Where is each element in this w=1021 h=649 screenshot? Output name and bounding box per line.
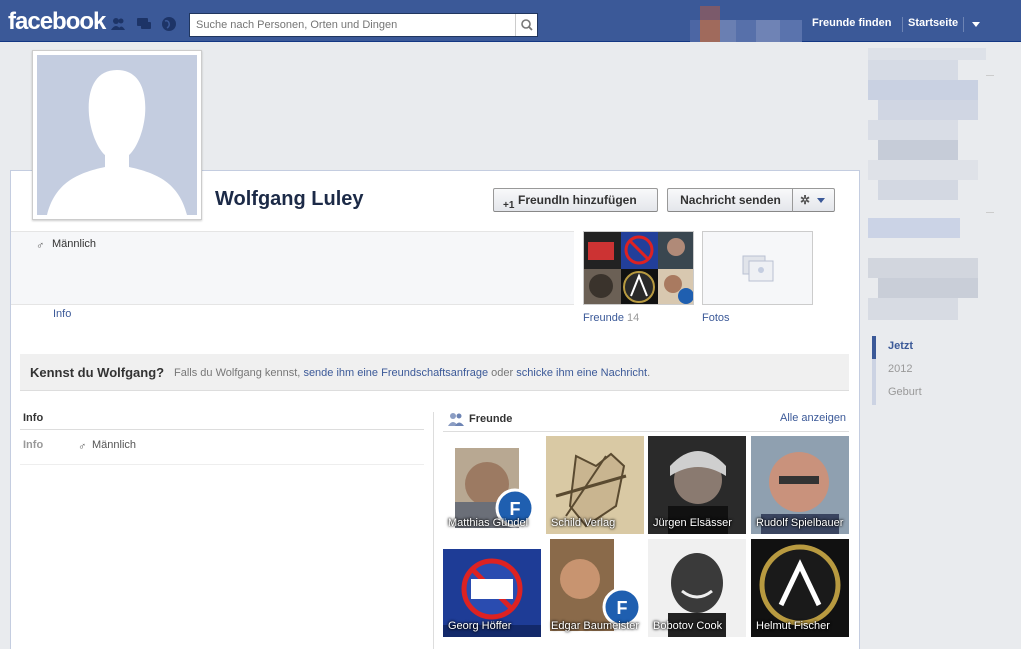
friend-tile[interactable]: F Edgar Baumeister: [546, 539, 644, 637]
messages-icon[interactable]: [136, 16, 152, 32]
info-divider: [20, 429, 424, 430]
search-button[interactable]: [515, 14, 537, 36]
do-you-know-prefix: Falls du Wolfgang kennst,: [174, 367, 301, 379]
timeline-item-now[interactable]: Jetzt: [872, 336, 922, 359]
friends-count: 14: [627, 312, 640, 324]
friend-tile[interactable]: F Matthias Gündel: [443, 436, 541, 534]
svg-text:F: F: [510, 499, 521, 519]
timeline-item-birth[interactable]: Geburt: [872, 382, 922, 405]
profile-name: Wolfgang Luley: [215, 188, 364, 210]
friends-collage-thumbnail[interactable]: [583, 231, 694, 305]
friends-link[interactable]: Freunde 14: [583, 312, 639, 324]
add-friend-label: FreundIn hinzufügen: [518, 193, 637, 207]
photos-link[interactable]: Fotos: [702, 312, 730, 324]
friend-name: Jürgen Elsässer: [653, 517, 732, 529]
info-row-label: Info: [23, 439, 44, 451]
timeline-item-2012[interactable]: 2012: [872, 359, 922, 382]
find-friends-link[interactable]: Freunde finden: [812, 17, 891, 29]
friend-tile[interactable]: Schild Verlag: [546, 436, 644, 534]
gender-text: Männlich: [52, 238, 97, 250]
chevron-down-icon: [817, 198, 825, 203]
friend-tile[interactable]: Helmut Fischer: [751, 539, 849, 637]
svg-text:F: F: [617, 598, 628, 618]
ad-divider: [986, 212, 994, 213]
male-gender-icon: ♂: [36, 240, 45, 252]
account-menu-arrow-icon[interactable]: [972, 22, 980, 27]
timeline-navigation: Jetzt 2012 Geburt: [872, 336, 922, 405]
show-all-friends-link[interactable]: Alle anzeigen: [780, 412, 846, 424]
info-row-divider: [20, 464, 424, 465]
info-link[interactable]: Info: [53, 308, 71, 320]
send-message-button[interactable]: Nachricht senden: [667, 188, 793, 212]
home-link[interactable]: Startseite: [908, 17, 958, 29]
do-you-know-box: Kennst du Wolfgang? Falls du Wolfgang ke…: [20, 354, 849, 391]
column-divider: [433, 412, 434, 649]
friend-name: Georg Höffer: [448, 620, 512, 632]
friends-section-title[interactable]: Freunde: [469, 413, 512, 425]
friend-tile[interactable]: Rudolf Spielbauer: [751, 436, 849, 534]
do-you-know-end: .: [647, 367, 651, 379]
do-you-know-text: Falls du Wolfgang kennst, sende ihm eine…: [174, 367, 650, 379]
do-you-know-middle: oder: [491, 367, 514, 379]
add-friend-button[interactable]: +1 FreundIn hinzufügen: [493, 188, 658, 212]
friends-collage-image: [584, 232, 693, 304]
nav-divider: [902, 17, 903, 32]
friend-name: Bobotov Cook: [653, 620, 723, 632]
gear-icon: ✲: [800, 193, 811, 207]
friends-icon: [448, 413, 464, 426]
facebook-logo[interactable]: facebook: [8, 8, 106, 36]
friend-tile[interactable]: Jürgen Elsässer: [648, 436, 746, 534]
nav-divider: [963, 17, 964, 32]
send-friend-request-link[interactable]: sende ihm eine Freundschaftsanfrage: [303, 367, 488, 379]
friends-divider: [443, 431, 849, 432]
do-you-know-title: Kennst du Wolfgang?: [30, 365, 165, 380]
info-gender-value: Männlich: [92, 439, 137, 451]
friend-name: Rudolf Spielbauer: [756, 517, 844, 529]
sponsored-ad-pixelated[interactable]: [868, 48, 988, 323]
notifications-globe-icon[interactable]: [161, 16, 177, 32]
search-input[interactable]: [190, 14, 508, 36]
friend-tile[interactable]: Bobotov Cook: [648, 539, 746, 637]
default-avatar-silhouette-icon: [47, 70, 187, 215]
user-avatar-pixelated[interactable]: [690, 6, 802, 42]
photos-thumbnail[interactable]: [702, 231, 813, 305]
search-box[interactable]: [189, 13, 538, 37]
friend-name: Helmut Fischer: [756, 620, 830, 632]
add-friend-icon: +1: [503, 200, 515, 211]
friends-link-label: Freunde: [583, 312, 624, 324]
profile-picture[interactable]: [32, 50, 202, 220]
friend-requests-icon[interactable]: [110, 16, 126, 32]
friend-name: Schild Verlag: [551, 517, 616, 529]
info-section-title[interactable]: Info: [23, 412, 43, 424]
photos-placeholder-icon: [742, 255, 774, 282]
friend-name: Edgar Baumeister: [551, 620, 640, 632]
search-icon: [521, 19, 533, 31]
male-gender-icon: ♂: [78, 441, 87, 453]
send-message-link[interactable]: schicke ihm eine Nachricht: [516, 367, 647, 379]
top-bar: facebook Freunde finden Startseite: [0, 0, 1021, 42]
options-menu-button[interactable]: ✲: [792, 188, 835, 212]
ad-divider: [986, 75, 994, 76]
friend-tile[interactable]: Georg Höffer: [443, 539, 541, 637]
friend-name: Matthias Gündel: [448, 517, 529, 529]
